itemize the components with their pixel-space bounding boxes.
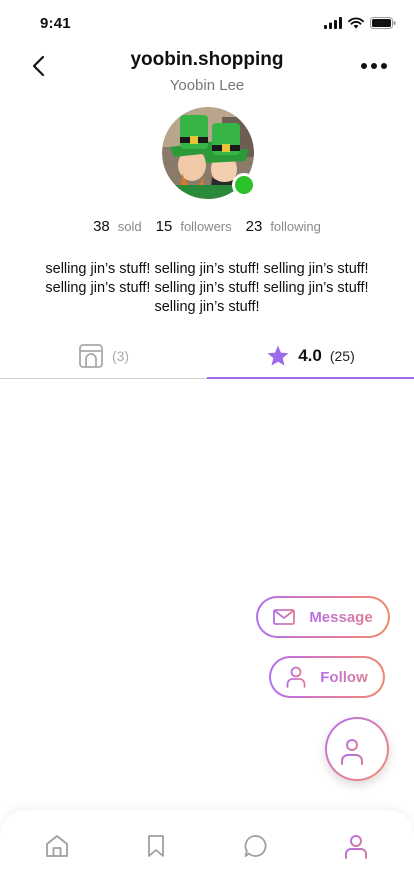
profile-bio: selling jin’s stuff! selling jin’s stuff… xyxy=(45,261,369,315)
follow-button-label: Follow xyxy=(320,668,368,686)
username: yoobin.shopping xyxy=(130,49,284,70)
message-button[interactable]: Message xyxy=(256,596,390,638)
add-friend-fab[interactable] xyxy=(325,717,389,781)
fab-body xyxy=(327,719,387,779)
add-user-icon xyxy=(341,732,374,765)
tab-reviews[interactable]: 4.0 (25) xyxy=(207,336,414,376)
follow-button-body: Follow xyxy=(271,658,383,696)
avatar[interactable] xyxy=(162,107,256,199)
profile-stats: 38 sold 15 followers 23 following xyxy=(0,218,414,235)
status-bar: 9:41 xyxy=(0,0,414,48)
chat-icon xyxy=(244,835,267,857)
tab-listings[interactable]: (3) xyxy=(0,336,207,376)
bottom-navigation xyxy=(0,810,414,896)
rating-value: 4.0 xyxy=(298,346,322,365)
real-name: Yoobin Lee xyxy=(169,77,245,94)
follow-button[interactable]: Follow xyxy=(269,656,385,698)
message-button-label: Message xyxy=(309,608,373,626)
stat-following[interactable]: 23 following xyxy=(246,218,321,235)
mail-icon xyxy=(273,609,296,625)
online-status-indicator xyxy=(232,173,256,197)
reviews-count: (25) xyxy=(329,348,355,364)
star-icon xyxy=(267,345,289,366)
battery-icon xyxy=(370,17,396,29)
message-button-body: Message xyxy=(258,598,388,636)
storefront-icon xyxy=(79,344,103,368)
listings-count: (3) xyxy=(111,348,130,364)
wifi-icon xyxy=(348,17,364,29)
stat-label: followers xyxy=(180,219,232,234)
stat-followers[interactable]: 15 followers xyxy=(156,218,232,235)
signal-icon xyxy=(324,17,342,29)
status-icons xyxy=(324,17,396,29)
stat-value: 38 xyxy=(93,218,110,235)
user-icon xyxy=(286,666,306,688)
more-horizontal-icon xyxy=(361,63,387,69)
status-time: 9:41 xyxy=(40,15,71,32)
nav-home[interactable] xyxy=(41,830,73,862)
home-icon xyxy=(46,835,68,857)
user-icon xyxy=(345,835,367,859)
stat-sold[interactable]: 38 sold xyxy=(93,218,142,235)
stat-label: sold xyxy=(117,219,142,234)
active-tab-indicator xyxy=(207,377,414,379)
nav-profile[interactable] xyxy=(340,830,372,862)
nav-saved[interactable] xyxy=(140,830,172,862)
nav-messages[interactable] xyxy=(240,830,272,862)
stat-value: 15 xyxy=(155,218,173,235)
more-options-button[interactable] xyxy=(360,56,388,76)
profile-header: yoobin.shopping Yoobin Lee xyxy=(0,48,414,104)
profile-tabs: (3) 4.0 (25) xyxy=(0,336,414,380)
bookmark-icon xyxy=(148,835,164,857)
stat-value: 23 xyxy=(245,218,263,235)
stat-label: following xyxy=(270,219,321,234)
